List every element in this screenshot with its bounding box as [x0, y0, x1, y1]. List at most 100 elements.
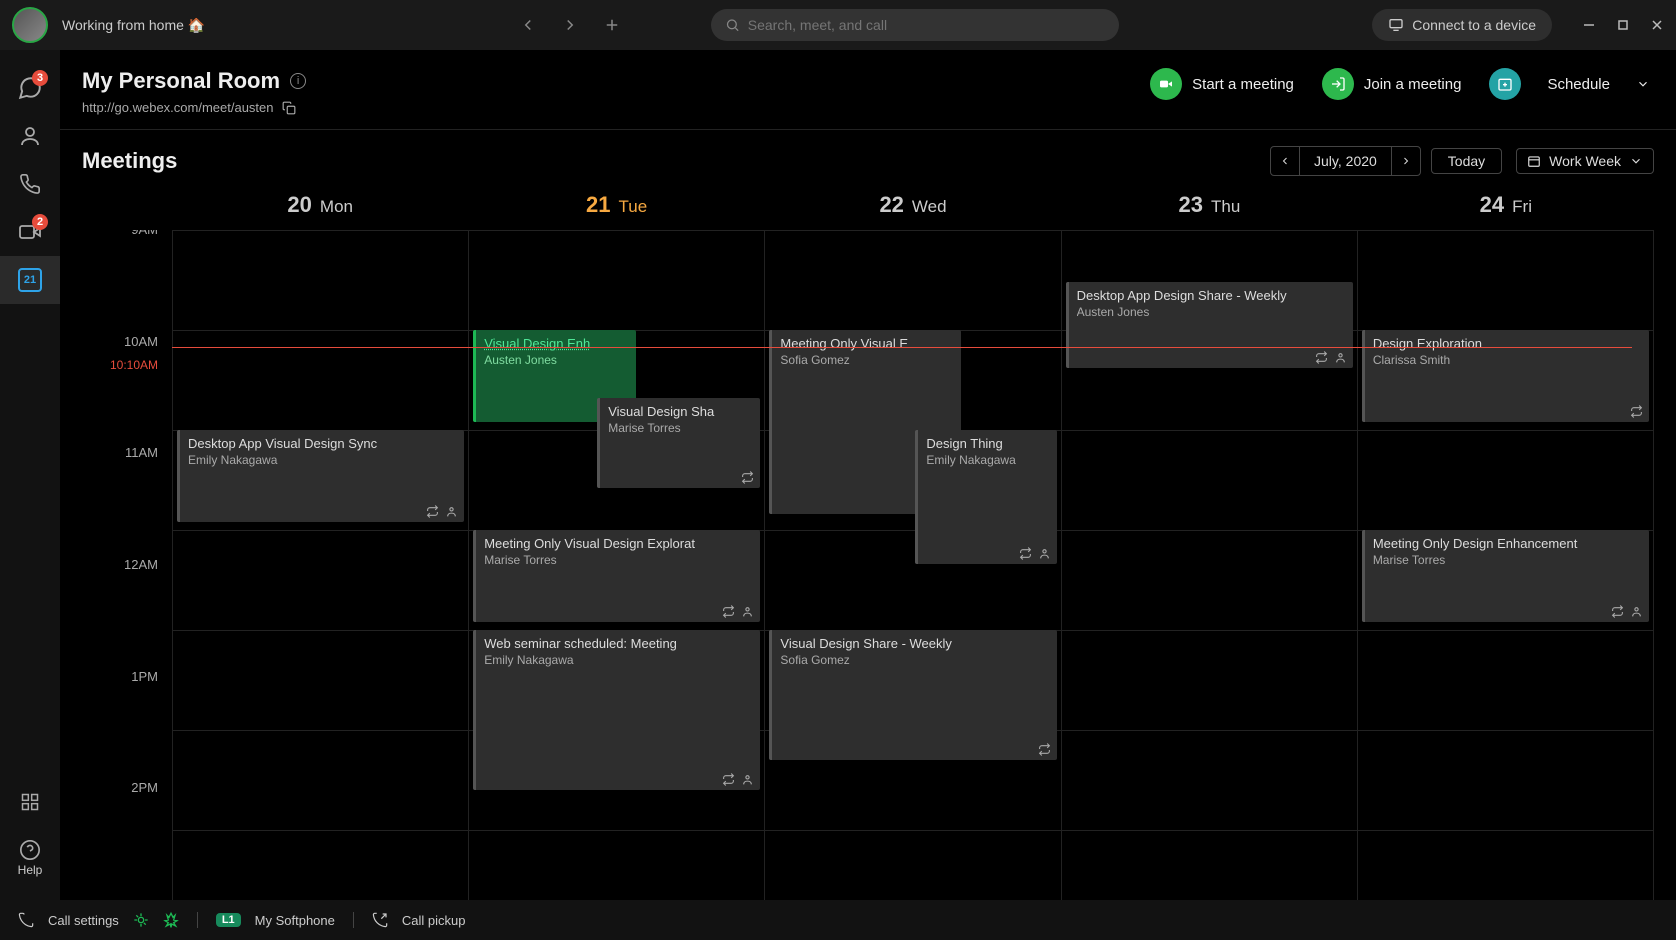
- nav-calls[interactable]: [0, 160, 60, 208]
- recurring-icon: [426, 505, 439, 518]
- nav-help[interactable]: Help: [0, 830, 60, 886]
- nav-meetings[interactable]: 2: [0, 208, 60, 256]
- room-title: My Personal Room: [82, 68, 280, 94]
- event-organizer: Clarissa Smith: [1373, 353, 1641, 367]
- window-maximize-button[interactable]: [1616, 18, 1630, 32]
- current-month-label[interactable]: July, 2020: [1299, 147, 1392, 175]
- room-url[interactable]: http://go.webex.com/meet/austen: [82, 100, 274, 115]
- view-select-label: Work Week: [1549, 153, 1621, 169]
- calendar-event[interactable]: Web seminar scheduled: Meeting Emily Naka…: [473, 630, 760, 790]
- attendee-icon: [1038, 547, 1051, 560]
- nav-back-icon[interactable]: [519, 16, 537, 34]
- phone-settings-icon[interactable]: [18, 912, 34, 928]
- day-header[interactable]: 23Thu: [1061, 184, 1357, 230]
- event-title: Meeting Only Visual Design Explorat: [484, 536, 752, 551]
- today-button[interactable]: Today: [1431, 148, 1502, 174]
- day-header[interactable]: 24Fri: [1358, 184, 1654, 230]
- view-select[interactable]: Work Week: [1516, 148, 1654, 174]
- day-column: Desktop App Visual Design SyncEmily Naka…: [173, 230, 469, 900]
- schedule-button[interactable]: Schedule: [1489, 68, 1654, 100]
- contact-icon: [18, 124, 42, 148]
- time-label: 12AM: [60, 565, 172, 677]
- vpn-icon[interactable]: [133, 912, 149, 928]
- day-header[interactable]: 22Wed: [765, 184, 1061, 230]
- meetings-badge: 2: [32, 214, 48, 230]
- line-badge[interactable]: L1: [216, 913, 241, 927]
- softphone-label[interactable]: My Softphone: [255, 913, 335, 928]
- nav-forward-icon[interactable]: [561, 16, 579, 34]
- enter-icon: [1330, 76, 1346, 92]
- calendar-plus-icon: [1497, 76, 1513, 92]
- nav-calendar[interactable]: 21: [0, 256, 60, 304]
- event-title: Meeting Only Visual E: [780, 336, 952, 351]
- recurring-icon: [741, 471, 754, 484]
- attendee-icon: [741, 773, 754, 786]
- day-header[interactable]: 21Tue: [468, 184, 764, 230]
- call-pickup-label[interactable]: Call pickup: [402, 913, 466, 928]
- call-settings-label[interactable]: Call settings: [48, 913, 119, 928]
- event-organizer: Marise Torres: [608, 421, 752, 435]
- day-column: Visual Design EnhAusten JonesVisual Desi…: [469, 230, 765, 900]
- event-organizer: Austen Jones: [484, 353, 628, 367]
- start-meeting-button[interactable]: Start a meeting: [1150, 68, 1294, 100]
- connect-device-button[interactable]: Connect to a device: [1372, 9, 1552, 41]
- event-title: Design Exploration: [1373, 336, 1641, 351]
- chat-badge: 3: [32, 70, 48, 86]
- nav-apps[interactable]: [0, 778, 60, 826]
- recurring-icon: [1315, 351, 1328, 364]
- top-bar: Working from home 🏠 Connect to a device: [0, 0, 1676, 50]
- connection-icon[interactable]: [163, 912, 179, 928]
- time-label: 10AM10:10AM: [60, 342, 172, 454]
- left-sidebar: 3 2 21 Help: [0, 50, 60, 900]
- calendar-event[interactable]: Visual Design Share - WeeklySofia Gomez: [769, 630, 1056, 760]
- event-title: Desktop App Design Share - Weekly: [1077, 288, 1345, 303]
- recurring-icon: [722, 605, 735, 618]
- prev-period-button[interactable]: [1271, 155, 1299, 167]
- join-meeting-button[interactable]: Join a meeting: [1322, 68, 1462, 100]
- event-organizer: Emily Nakagawa: [484, 653, 752, 667]
- cast-icon: [1388, 17, 1404, 33]
- calendar-event[interactable]: Visual Design Sha Marise Torres: [597, 398, 760, 488]
- calendar-event[interactable]: Meeting Only Design EnhancementMarise To…: [1362, 530, 1649, 622]
- window-minimize-button[interactable]: [1582, 18, 1596, 32]
- calendar-event[interactable]: Desktop App Visual Design SyncEmily Naka…: [177, 430, 464, 522]
- presence-status[interactable]: Working from home 🏠: [62, 17, 205, 34]
- event-organizer: Emily Nakagawa: [188, 453, 456, 467]
- current-time-line: [172, 347, 1632, 348]
- pickup-icon[interactable]: [372, 912, 388, 928]
- event-organizer: Marise Torres: [484, 553, 752, 567]
- nav-contacts[interactable]: [0, 112, 60, 160]
- chevron-down-icon[interactable]: [1636, 77, 1650, 91]
- event-organizer: Marise Torres: [1373, 553, 1641, 567]
- apps-icon: [20, 792, 40, 812]
- event-title: Visual Design Sha: [608, 404, 752, 419]
- user-avatar[interactable]: [12, 7, 48, 43]
- day-column: Design Exploration Clarissa Smith Meeting …: [1358, 230, 1654, 900]
- start-meeting-label: Start a meeting: [1192, 76, 1294, 93]
- event-title: Web seminar scheduled: Meeting: [484, 636, 752, 651]
- window-close-button[interactable]: [1650, 18, 1664, 32]
- now-time-label: 10:10AM: [110, 358, 158, 372]
- day-header[interactable]: 20Mon: [172, 184, 468, 230]
- event-title: Design Thing: [926, 436, 1048, 451]
- search-bar[interactable]: [711, 9, 1119, 41]
- attendee-icon: [1630, 605, 1643, 618]
- search-input[interactable]: [748, 17, 1105, 33]
- recurring-icon: [1038, 743, 1051, 756]
- calendar-event[interactable]: Meeting Only Visual Design Explorat Maris…: [473, 530, 760, 622]
- schedule-label: Schedule: [1547, 76, 1610, 93]
- calendar-icon: [1527, 154, 1541, 168]
- calendar-event[interactable]: Design ThingEmily Nakagawa: [915, 430, 1056, 564]
- new-tab-icon[interactable]: [603, 16, 621, 34]
- next-period-button[interactable]: [1392, 155, 1420, 167]
- meetings-heading: Meetings: [82, 148, 177, 174]
- calendar-event[interactable]: Design Exploration Clarissa Smith: [1362, 330, 1649, 422]
- copy-icon[interactable]: [282, 101, 296, 115]
- connect-device-label: Connect to a device: [1412, 17, 1536, 33]
- room-header: My Personal Room i http://go.webex.com/m…: [60, 50, 1676, 130]
- nav-chat[interactable]: 3: [0, 64, 60, 112]
- info-icon[interactable]: i: [290, 73, 306, 89]
- calendar-event[interactable]: Desktop App Design Share - WeeklyAusten …: [1066, 282, 1353, 368]
- calendar-icon: 21: [18, 268, 42, 292]
- day-column: Desktop App Design Share - WeeklyAusten …: [1062, 230, 1358, 900]
